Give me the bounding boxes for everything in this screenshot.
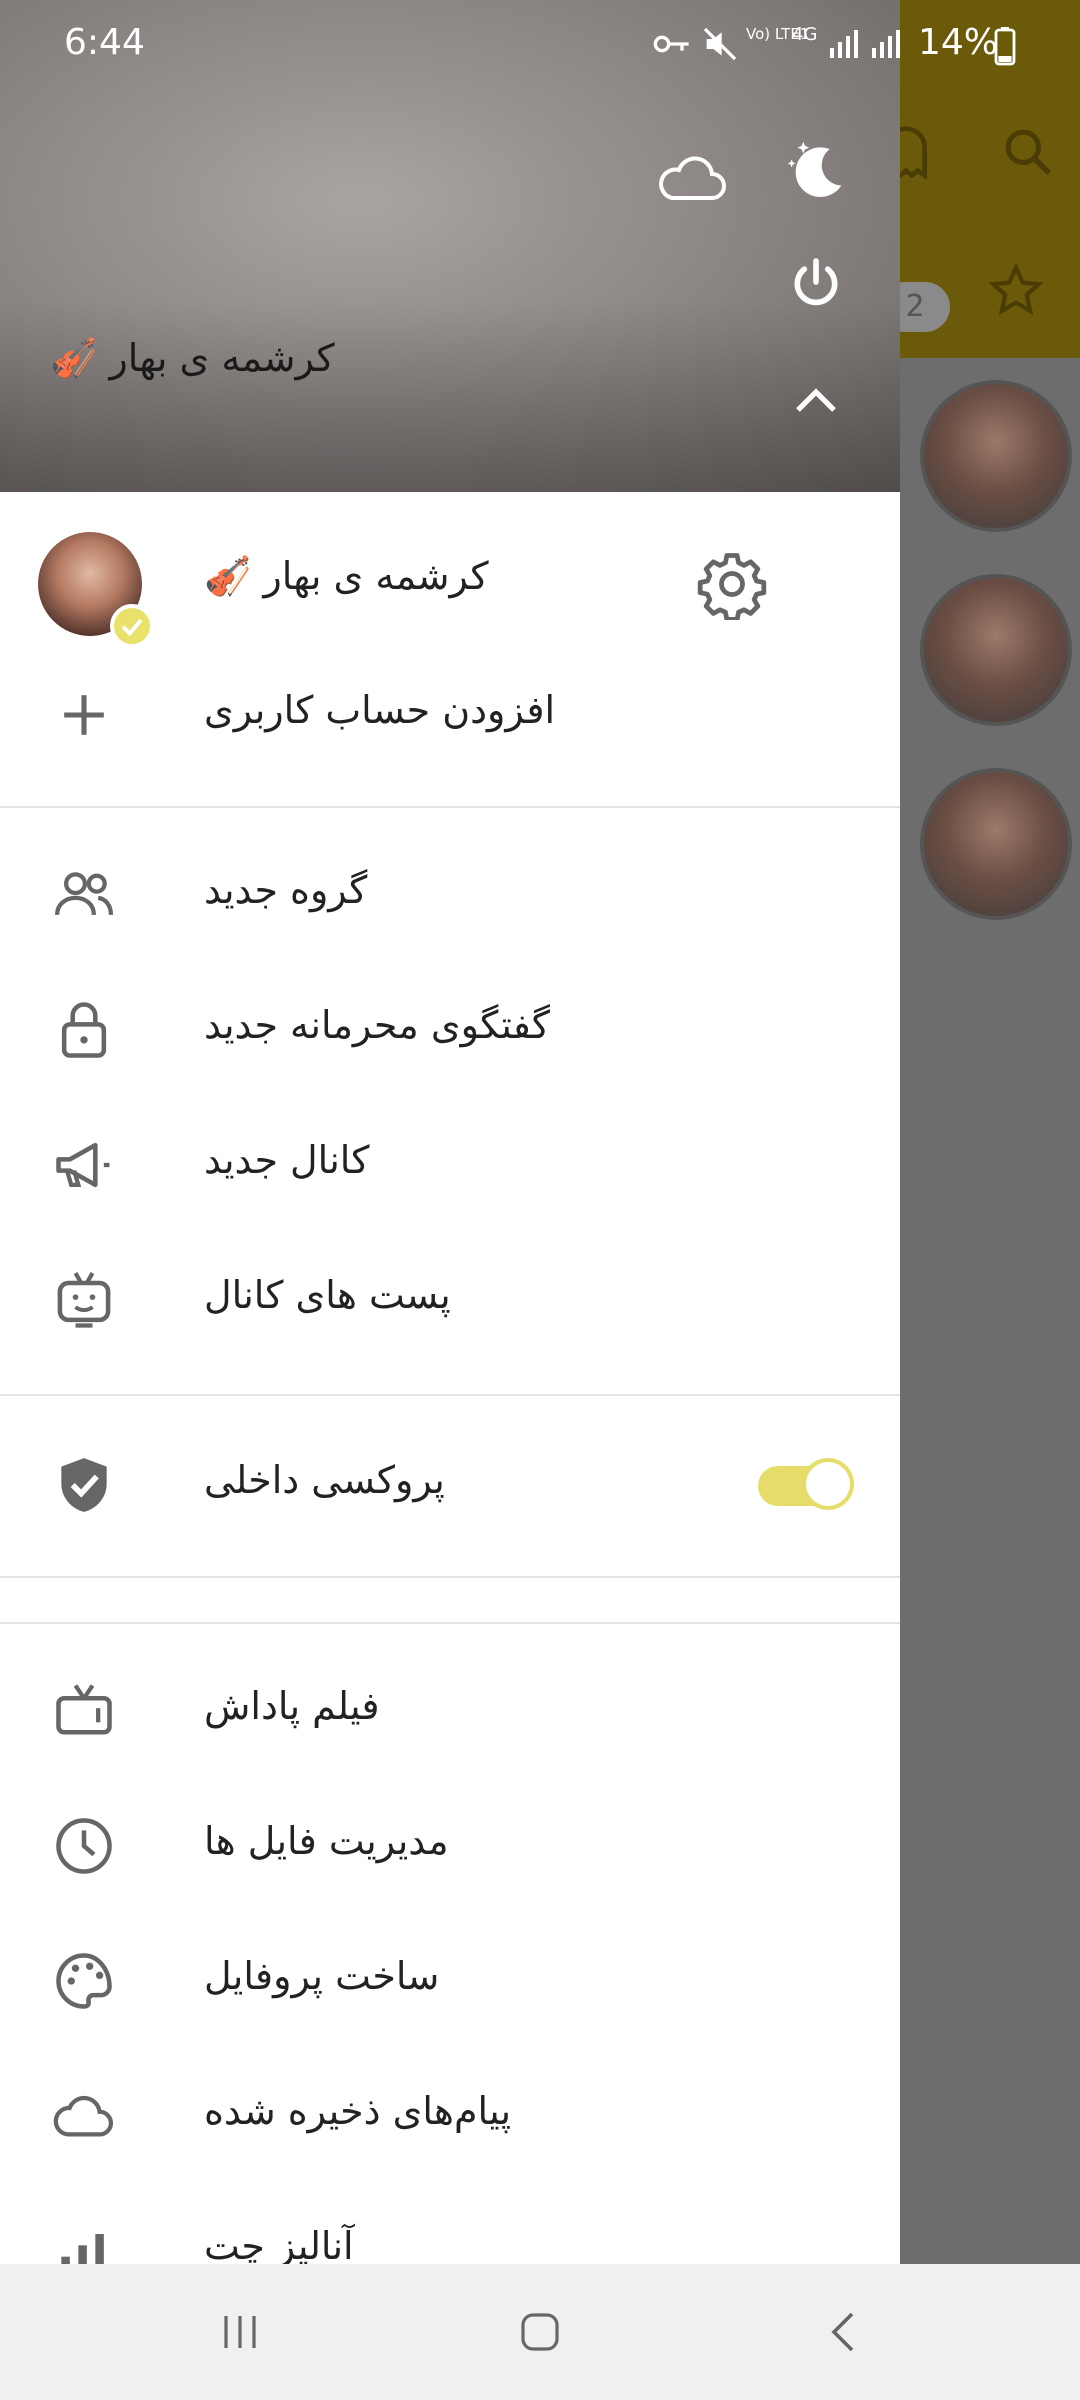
shield-check-icon	[50, 1451, 118, 1519]
bar-chart-icon	[50, 2217, 118, 2264]
signal-icon	[870, 28, 904, 64]
chat-avatar[interactable]	[920, 380, 1072, 532]
divider	[0, 1622, 900, 1624]
account-row[interactable]: کرشمه ی بهار 🎻	[0, 512, 900, 652]
back-button[interactable]	[820, 2308, 868, 2360]
power-icon[interactable]	[788, 254, 844, 314]
internal-proxy-label: پروکسی داخلی	[204, 1458, 445, 1502]
toggle-knob	[802, 1458, 854, 1510]
saved-messages-label: پیام‌های ذخیره شده	[204, 2089, 512, 2133]
chevron-up-icon[interactable]	[790, 380, 842, 424]
group-icon	[50, 861, 118, 929]
cloud-icon[interactable]	[654, 146, 730, 210]
status-time: 6:44	[64, 22, 145, 63]
proxy-toggle[interactable]	[758, 1458, 854, 1510]
network-type: 4G	[792, 24, 818, 45]
status-bar: 6:44 Vo) LTE1 4G 14%	[0, 0, 1080, 90]
system-nav-bar	[0, 2264, 1080, 2400]
gear-icon[interactable]	[696, 548, 768, 624]
cloud-outline-icon	[50, 2082, 118, 2150]
add-account-row[interactable]: افزودن حساب کاربری	[0, 648, 900, 782]
chat-analyzer-item[interactable]: آنالیز چت	[0, 2184, 900, 2264]
chat-avatar[interactable]	[920, 574, 1072, 726]
clock-icon	[50, 1812, 118, 1880]
battery-percent: 14%	[918, 22, 999, 63]
file-manager-item[interactable]: مدیریت فایل ها	[0, 1779, 900, 1913]
divider	[0, 1394, 900, 1396]
divider	[0, 806, 900, 808]
account-name: کرشمه ی بهار 🎻	[204, 554, 489, 598]
battery-icon	[994, 26, 1016, 70]
add-account-label: افزودن حساب کاربری	[204, 688, 556, 732]
plus-icon	[50, 681, 118, 749]
new-group-label: گروه جدید	[204, 868, 368, 912]
file-manager-label: مدیریت فایل ها	[204, 1819, 449, 1863]
home-button[interactable]	[516, 2308, 564, 2360]
chat-analyzer-label: آنالیز چت	[204, 2224, 354, 2264]
new-secret-chat-item[interactable]: گفتگوی محرمانه جدید	[0, 963, 900, 1097]
header-shade	[0, 300, 900, 492]
profile-maker-label: ساخت پروفایل	[204, 1954, 440, 1998]
new-group-item[interactable]: گروه جدید	[0, 828, 900, 962]
recent-apps-button[interactable]	[216, 2308, 264, 2360]
new-secret-chat-label: گفتگوی محرمانه جدید	[204, 1003, 550, 1047]
saved-messages-item[interactable]: پیام‌های ذخیره شده	[0, 2049, 900, 2183]
divider	[0, 1576, 900, 1578]
moon-stars-icon[interactable]	[780, 136, 850, 210]
new-channel-label: کانال جدید	[204, 1138, 370, 1182]
profile-maker-item[interactable]: ساخت پروفایل	[0, 1914, 900, 2048]
check-badge-icon	[110, 604, 154, 648]
vpn-key-icon	[652, 26, 692, 66]
reward-video-item[interactable]: فیلم پاداش	[0, 1644, 900, 1778]
star-icon[interactable]	[988, 262, 1044, 322]
new-channel-item[interactable]: کانال جدید	[0, 1098, 900, 1232]
palette-icon	[50, 1947, 118, 2015]
mute-icon	[700, 24, 740, 68]
navigation-drawer: کرشمه ی بهار 🎻 کرشمه ی بهار 🎻 افزودن حسا…	[0, 0, 900, 2264]
tv-icon	[50, 1677, 118, 1745]
header-account-name: کرشمه ی بهار 🎻	[50, 336, 335, 380]
channel-posts-label: پست های کانال	[204, 1273, 451, 1317]
megaphone-icon	[50, 1131, 118, 1199]
channel-posts-item[interactable]: پست های کانال	[0, 1233, 900, 1367]
chat-avatar[interactable]	[920, 768, 1072, 920]
reward-video-label: فیلم پاداش	[204, 1684, 380, 1728]
robot-tv-icon	[50, 1266, 118, 1334]
search-icon[interactable]	[1000, 124, 1056, 184]
lock-icon	[50, 996, 118, 1064]
signal-icon	[828, 28, 862, 64]
avatar	[38, 532, 154, 648]
